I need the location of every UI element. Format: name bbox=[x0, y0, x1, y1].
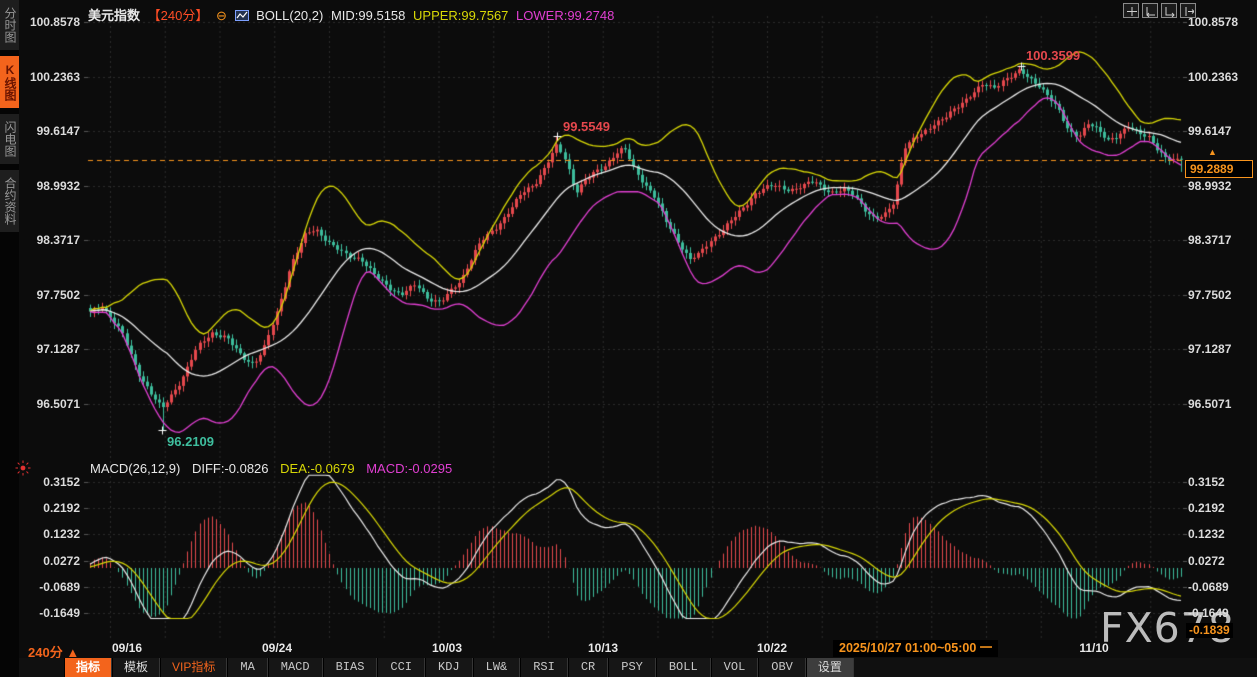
toolbar-button-CR[interactable]: CR bbox=[567, 658, 609, 677]
pan-right-icon[interactable] bbox=[1180, 3, 1196, 18]
fit-x-axis-icon[interactable] bbox=[1161, 3, 1177, 18]
price-axis-label-left: 97.7502 bbox=[36, 287, 80, 302]
price-axis-label-right: 98.9932 bbox=[1188, 178, 1232, 193]
toolbar-button-CCI[interactable]: CCI bbox=[377, 658, 426, 677]
macd-axis-label-right: 0.0272 bbox=[1188, 553, 1225, 568]
price-annotation-99.5549: 99.5549 bbox=[562, 119, 610, 135]
crosshair-date-tooltip: 2025/10/27 01:00~05:00 一 bbox=[833, 640, 999, 657]
live-indicator-icon bbox=[15, 460, 31, 476]
x-axis-label: 09/16 bbox=[111, 641, 143, 655]
macd-header: MACD(26,12,9) DIFF:-0.0826 DEA:-0.0679 M… bbox=[90, 461, 460, 476]
toolbar-button-MA[interactable]: MA bbox=[227, 658, 268, 677]
toolbar-button-BOLL[interactable]: BOLL bbox=[655, 658, 711, 677]
toolbar-button-MACD[interactable]: MACD bbox=[267, 658, 323, 677]
chart-header: 美元指数 【240分】 ⊖ BOLL(20,2) MID:99.5158 UPP… bbox=[88, 5, 618, 24]
boll-chart-icon bbox=[234, 9, 249, 21]
sidebar-tab-contract-info[interactable]: 合约资料 bbox=[0, 170, 19, 232]
sidebar-tab-kline[interactable]: K线图 bbox=[0, 56, 19, 108]
price-axis-label-left: 100.8578 bbox=[29, 15, 80, 29]
macd-indicator-label: MACD(26,12,9) bbox=[90, 461, 181, 476]
toolbar-button-指标[interactable]: 指标 bbox=[64, 658, 113, 677]
toolbar-button-KDJ[interactable]: KDJ bbox=[425, 658, 473, 677]
toolbar-button-PSY[interactable]: PSY bbox=[608, 658, 656, 677]
sidebar-tab-lightning[interactable]: 闪电图 bbox=[0, 114, 19, 164]
toolbar-button-OBV[interactable]: OBV bbox=[758, 658, 806, 677]
current-price-box: 99.2889 bbox=[1185, 160, 1253, 178]
macd-axis-label-left: -0.0689 bbox=[39, 579, 80, 594]
macd-axis-label-right: 0.2192 bbox=[1188, 501, 1225, 516]
price-axis-label-left: 97.1287 bbox=[36, 342, 80, 357]
macd-axis-label-left: 0.3152 bbox=[43, 475, 80, 489]
boll-indicator-label: BOLL(20,2) bbox=[256, 8, 324, 23]
price-axis-label-right: 96.5071 bbox=[1188, 397, 1232, 411]
price-axis-label-right: 97.7502 bbox=[1188, 287, 1232, 302]
x-axis-label: 10/03 bbox=[431, 641, 463, 655]
indicator-toolbar: 指标 模板 VIP指标 MA MACD BIAS CCI KDJ LW& RSI CR PSY BOLL… bbox=[19, 658, 1257, 677]
price-annotation-96.2109: 96.2109 bbox=[167, 434, 215, 449]
toolbar-button-VIP指标[interactable]: VIP指标 bbox=[160, 658, 228, 677]
crosshair-icon[interactable] bbox=[1123, 3, 1139, 18]
macd-axis-label-right: 0.3152 bbox=[1188, 475, 1225, 489]
toolbar-button-设置[interactable]: 设置 bbox=[805, 658, 854, 677]
macd-hist-value: MACD:-0.0295 bbox=[366, 461, 453, 476]
price-axis-label-right: 98.3717 bbox=[1188, 233, 1232, 248]
boll-upper-value: UPPER:99.7567 bbox=[413, 8, 509, 23]
price-marker-icon: ▲ bbox=[1208, 147, 1217, 157]
macd-dea-value: DEA:-0.0679 bbox=[280, 461, 355, 476]
chart-window-controls bbox=[1123, 3, 1196, 18]
trading-terminal: 分时图 K线图闪电图合约资料 美元指数 【240分】 ⊖ BOLL(20,2) M… bbox=[0, 0, 1257, 677]
boll-mid-value: MID:99.5158 bbox=[330, 8, 406, 23]
price-axis-label-left: 98.3717 bbox=[36, 233, 80, 248]
x-axis-label: 09/24 bbox=[261, 641, 293, 655]
x-axis-label: 10/13 bbox=[587, 641, 619, 655]
toolbar-button-VOL[interactable]: VOL bbox=[710, 658, 759, 677]
price-axis-label-right: 99.6147 bbox=[1188, 124, 1232, 139]
toolbar-button-RSI[interactable]: RSI bbox=[520, 658, 568, 677]
macd-axis-label-right: 0.1232 bbox=[1188, 527, 1225, 542]
price-axis-label-right: 97.1287 bbox=[1188, 342, 1232, 357]
price-axis-label-left: 100.2363 bbox=[29, 69, 80, 84]
macd-axis-label-left: 0.1232 bbox=[43, 527, 80, 542]
toolbar-button-LW&[interactable]: LW& bbox=[472, 658, 521, 677]
price-axis-label-right: 100.2363 bbox=[1188, 69, 1239, 84]
macd-diff-value: DIFF:-0.0826 bbox=[191, 461, 269, 476]
macd-current-box: -0.1839 bbox=[1186, 623, 1233, 638]
macd-axis-label-right: -0.1649 bbox=[1188, 606, 1229, 620]
price-annotation-100.3599: 100.3599 bbox=[1025, 47, 1081, 63]
price-axis-label-left: 98.9932 bbox=[36, 178, 80, 193]
symbol-name: 美元指数 bbox=[88, 8, 141, 23]
macd-axis-label-right: -0.0689 bbox=[1188, 579, 1229, 594]
macd-axis-label-left: 0.0272 bbox=[43, 553, 80, 568]
price-axis-label-left: 99.6147 bbox=[36, 124, 80, 139]
interval-badge: 【240分】 bbox=[147, 8, 209, 23]
macd-axis-label-left: -0.1649 bbox=[39, 606, 80, 620]
fit-y-axis-icon[interactable] bbox=[1142, 3, 1158, 18]
toolbar-button-模板[interactable]: 模板 bbox=[112, 658, 161, 677]
x-axis-label: 11/10 bbox=[1079, 641, 1109, 655]
boll-lower-value: LOWER:99.2748 bbox=[516, 8, 615, 23]
collapse-icon[interactable]: ⊖ bbox=[216, 8, 227, 23]
macd-axis-label-left: 0.2192 bbox=[43, 501, 80, 516]
chart-type-sidebar: 分时图 K线图闪电图合约资料 bbox=[0, 0, 19, 677]
x-axis-label: 10/22 bbox=[756, 641, 788, 655]
sidebar-tab-time-share[interactable]: 分时图 bbox=[0, 0, 19, 50]
price-axis-label-left: 96.5071 bbox=[36, 397, 80, 411]
toolbar-button-BIAS[interactable]: BIAS bbox=[322, 658, 378, 677]
price-chart-canvas[interactable] bbox=[0, 0, 1257, 677]
